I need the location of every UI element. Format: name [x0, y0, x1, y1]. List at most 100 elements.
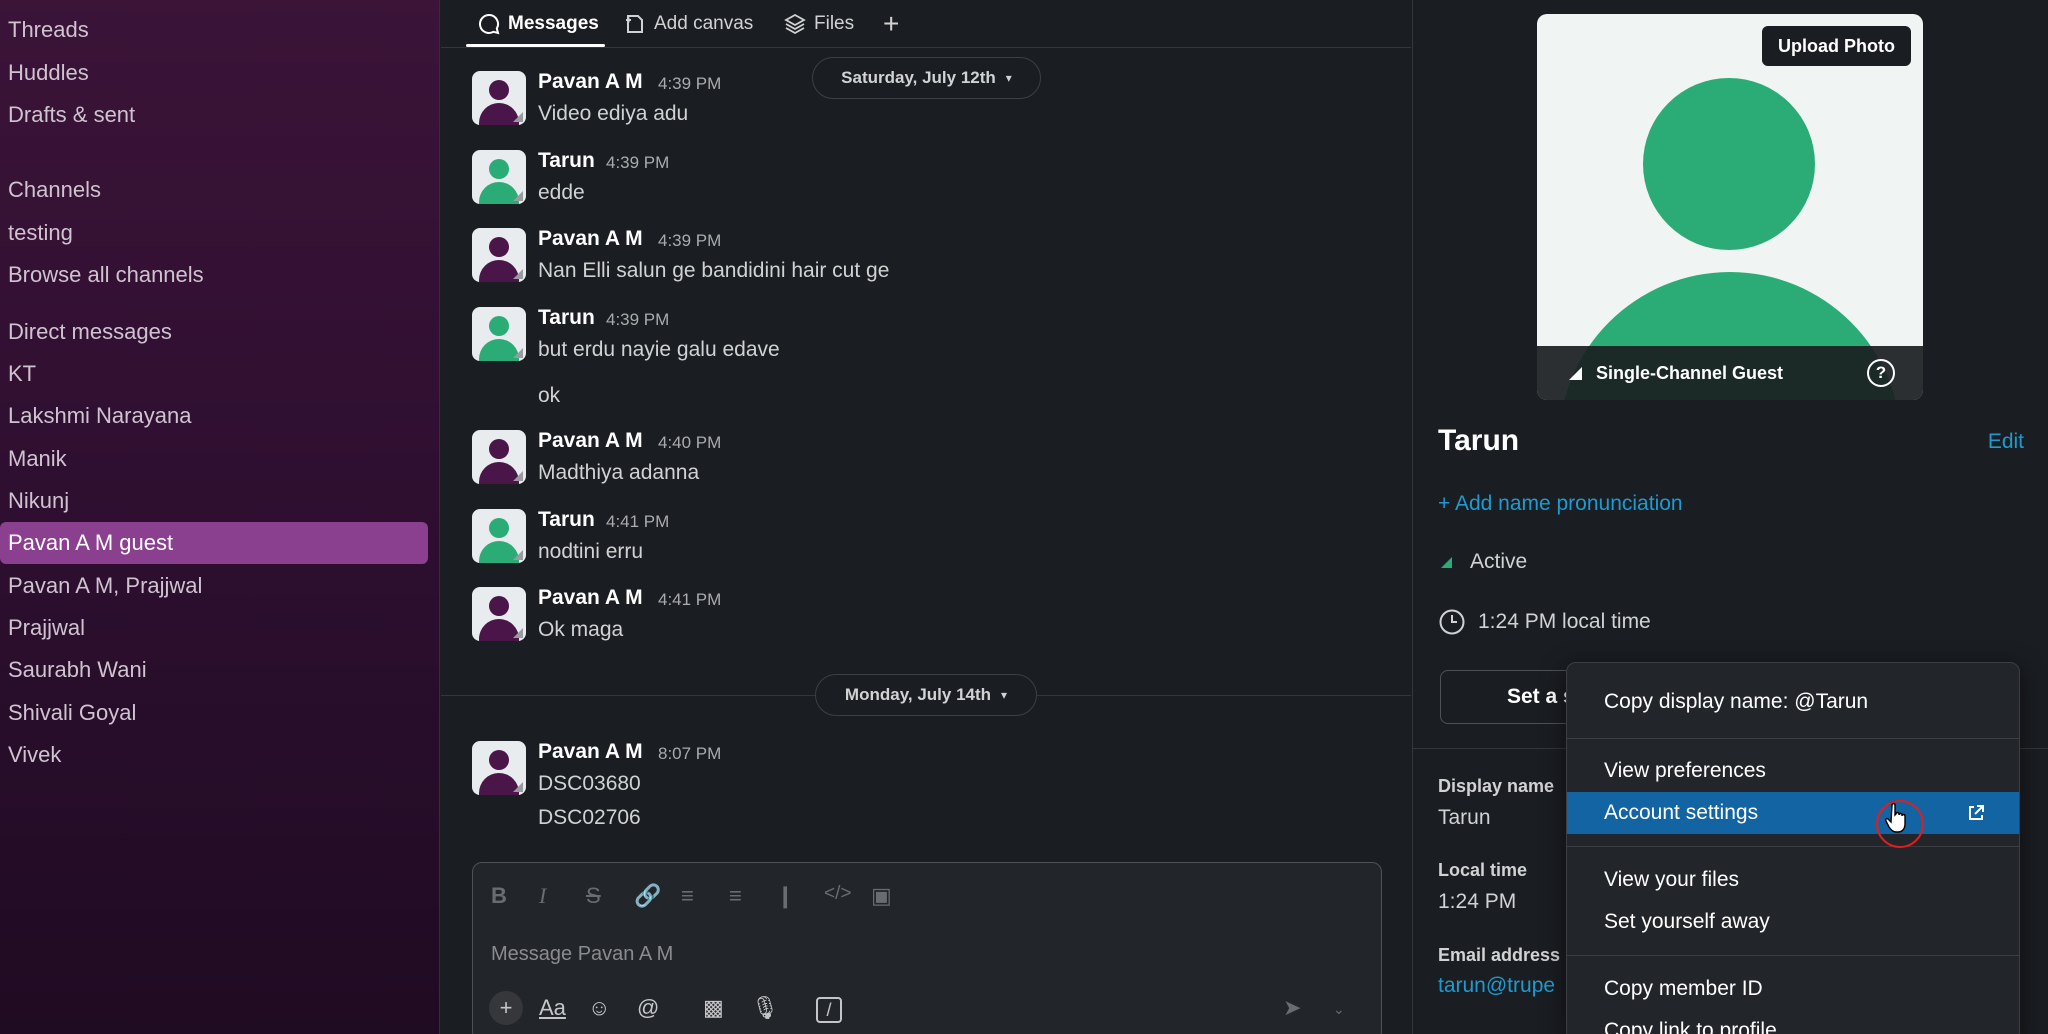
sidebar-item-lakshmi-narayana[interactable]: Lakshmi Narayana: [0, 395, 428, 437]
sidebar-item-vivek[interactable]: Vivek: [0, 734, 428, 776]
avatar[interactable]: [472, 307, 526, 361]
message-timestamp[interactable]: 4:40 PM: [658, 433, 721, 453]
message-text: but erdu nayie galu edave: [538, 338, 780, 361]
message-timestamp[interactable]: 4:39 PM: [658, 74, 721, 94]
tab-files[interactable]: Files: [784, 0, 854, 48]
sidebar-item-pavan-am-guest[interactable]: Pavan A M guest: [0, 522, 428, 564]
mention-icon[interactable]: @: [637, 995, 659, 1021]
menu-item-set-away[interactable]: Set yourself away: [1567, 901, 2019, 943]
message-composer[interactable]: B I S 🔗 ≡ ≡ ❙ </> ▣ Message Pavan A M + …: [472, 862, 1382, 1034]
menu-item-view-preferences[interactable]: View preferences: [1567, 750, 2019, 792]
send-icon[interactable]: ➤: [1283, 995, 1301, 1021]
chevron-down-icon: ▾: [1005, 71, 1012, 85]
date-divider-monday[interactable]: Monday, July 14th ▾: [815, 674, 1037, 716]
sidebar-item-prajjwal[interactable]: Prajjwal: [0, 607, 428, 649]
message-author[interactable]: Tarun: [538, 306, 595, 330]
message-timestamp[interactable]: 4:41 PM: [606, 512, 669, 532]
sidebar-item-manik[interactable]: Manik: [0, 438, 428, 480]
message-author[interactable]: Tarun: [538, 508, 595, 532]
menu-divider: [1567, 738, 2019, 739]
message-author[interactable]: Tarun: [538, 149, 595, 173]
microphone-icon[interactable]: 🎙: [751, 995, 779, 1021]
add-pronunciation-link[interactable]: + Add name pronunciation: [1438, 492, 1683, 516]
menu-divider: [1567, 955, 2019, 956]
message-author[interactable]: Pavan A M: [538, 740, 643, 764]
sidebar-item-testing[interactable]: testing: [0, 212, 428, 254]
bulleted-list-icon[interactable]: ≡: [729, 883, 742, 909]
active-tab-indicator: [466, 44, 605, 47]
sidebar-item-nikunj[interactable]: Nikunj: [0, 480, 428, 522]
upload-photo-button[interactable]: Upload Photo: [1762, 26, 1911, 66]
slash-command-icon[interactable]: /: [816, 997, 842, 1023]
ordered-list-icon[interactable]: ≡: [681, 883, 694, 909]
message-timestamp[interactable]: 4:39 PM: [606, 310, 669, 330]
message-file-link[interactable]: DSC02706: [538, 806, 641, 830]
strikethrough-icon[interactable]: S: [586, 883, 601, 909]
menu-item-account-settings[interactable]: Account settings: [1567, 792, 2019, 834]
files-icon: [784, 13, 806, 35]
add-tab-button[interactable]: +: [883, 0, 899, 48]
blockquote-icon[interactable]: ❙: [776, 883, 794, 909]
conversation-pane: Messages Add canvas Files + Saturday, Ju…: [441, 0, 1411, 1034]
text-format-icon[interactable]: Aa: [539, 995, 566, 1021]
profile-photo[interactable]: Upload Photo Single-Channel Guest ?: [1537, 14, 1923, 400]
sidebar-item-huddles[interactable]: Huddles: [0, 52, 428, 94]
bold-icon[interactable]: B: [491, 883, 507, 909]
emoji-icon[interactable]: ☺: [588, 995, 610, 1021]
email-link[interactable]: tarun@trupe: [1438, 974, 1555, 998]
message-text: nodtini erru: [538, 540, 644, 563]
menu-item-copy-member-id[interactable]: Copy member ID: [1567, 968, 2019, 1010]
sidebar-item-threads[interactable]: Threads: [0, 9, 428, 51]
menu-item-copy-profile-link[interactable]: Copy link to profile: [1567, 1010, 2019, 1034]
sidebar-item-kt[interactable]: KT: [0, 353, 428, 395]
sidebar-section-channels[interactable]: Channels: [0, 169, 428, 211]
tab-add-canvas[interactable]: Add canvas: [624, 0, 753, 48]
message-text: Video ediya adu: [538, 102, 689, 125]
message-author[interactable]: Pavan A M: [538, 227, 643, 251]
code-icon[interactable]: </>: [824, 883, 851, 905]
profile-name: Tarun: [1438, 424, 1520, 457]
chevron-down-icon[interactable]: ⌄: [1333, 1001, 1345, 1018]
tab-messages[interactable]: Messages: [478, 0, 599, 48]
sidebar-item-drafts-sent[interactable]: Drafts & sent: [0, 94, 428, 136]
avatar[interactable]: [472, 587, 526, 641]
edit-profile-link[interactable]: Edit: [1988, 430, 2024, 454]
avatar[interactable]: [472, 150, 526, 204]
sidebar-item-pavan-prajjwal[interactable]: Pavan A M, Prajjwal: [0, 565, 428, 607]
local-time-text: 1:24 PM local time: [1478, 610, 1651, 633]
sidebar-item-saurabh-wani[interactable]: Saurabh Wani: [0, 649, 428, 691]
chat-bubble-icon: [479, 13, 500, 35]
message-file-link[interactable]: DSC03680: [538, 772, 641, 796]
menu-item-copy-display-name[interactable]: Copy display name: @Tarun: [1567, 681, 2019, 723]
italic-icon[interactable]: I: [539, 883, 546, 909]
display-name-label: Display name: [1438, 776, 1555, 796]
plus-icon[interactable]: +: [489, 991, 523, 1025]
link-icon[interactable]: 🔗: [634, 883, 661, 909]
message-text: Ok maga: [538, 618, 624, 641]
avatar[interactable]: [472, 228, 526, 282]
sidebar-item-browse-channels[interactable]: Browse all channels: [0, 254, 428, 296]
menu-item-view-files[interactable]: View your files: [1567, 859, 2019, 901]
code-block-icon[interactable]: ▣: [871, 883, 892, 909]
message-timestamp[interactable]: 4:41 PM: [658, 590, 721, 610]
tab-messages-label: Messages: [508, 13, 599, 34]
sidebar-section-direct-messages[interactable]: Direct messages: [0, 311, 428, 353]
help-icon[interactable]: ?: [1867, 359, 1895, 387]
local-time-row: 1:24 PM local time: [1438, 608, 1651, 636]
message-author[interactable]: Pavan A M: [538, 70, 643, 94]
message-input[interactable]: Message Pavan A M: [491, 943, 673, 966]
message-author[interactable]: Pavan A M: [538, 586, 643, 610]
avatar[interactable]: [472, 430, 526, 484]
video-icon[interactable]: ▩: [703, 995, 724, 1021]
avatar[interactable]: [472, 509, 526, 563]
message-author[interactable]: Pavan A M: [538, 429, 643, 453]
status-text: Active: [1470, 550, 1528, 573]
sidebar-item-shivali-goyal[interactable]: Shivali Goyal: [0, 692, 428, 734]
message-timestamp[interactable]: 4:39 PM: [606, 153, 669, 173]
profile-context-menu: Copy display name: @Tarun View preferenc…: [1566, 662, 2020, 1034]
avatar[interactable]: [472, 741, 526, 795]
avatar[interactable]: [472, 71, 526, 125]
message-timestamp[interactable]: 8:07 PM: [658, 744, 721, 764]
date-divider-saturday[interactable]: Saturday, July 12th ▾: [812, 57, 1041, 99]
message-timestamp[interactable]: 4:39 PM: [658, 231, 721, 251]
